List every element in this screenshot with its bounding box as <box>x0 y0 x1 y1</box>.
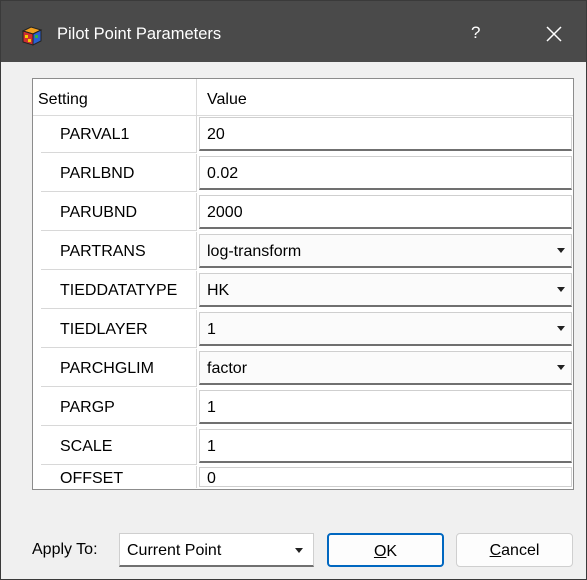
grid-row-parval1: PARVAL1 20 <box>33 115 573 154</box>
grid-row-tieddatatype: TIEDDATATYPE HK <box>33 271 573 310</box>
chevron-down-icon[interactable] <box>557 365 565 370</box>
setting-cell: TIEDLAYER <box>41 310 197 348</box>
cancel-label-rest: ancel <box>501 542 540 559</box>
close-icon[interactable] <box>539 19 569 49</box>
ok-label-rest: K <box>386 543 398 560</box>
setting-label: PARVAL1 <box>60 126 130 143</box>
chevron-down-icon[interactable] <box>295 548 303 553</box>
dialog-title: Pilot Point Parameters <box>57 25 222 43</box>
cancel-mnemonic: C <box>489 542 502 559</box>
grid-row-parlbnd: PARLBND 0.02 <box>33 154 573 193</box>
dialog-window: Pilot Point Parameters ? Setting Value P… <box>0 0 587 580</box>
setting-cell: SCALE <box>41 427 197 465</box>
value-text: 0.02 <box>207 165 239 182</box>
chevron-down-icon[interactable] <box>557 287 565 292</box>
grid-header: Setting Value <box>33 79 573 116</box>
setting-cell: PARCHGLIM <box>41 349 197 387</box>
apply-to-value: Current Point <box>127 542 222 559</box>
value-dropdown[interactable]: factor <box>199 351 572 385</box>
chevron-down-icon[interactable] <box>557 326 565 331</box>
setting-cell: PARGP <box>41 388 197 426</box>
setting-label: TIEDLAYER <box>60 321 148 338</box>
value-text: HK <box>207 282 230 299</box>
value-input[interactable]: 0 <box>199 467 572 487</box>
setting-label: OFFSET <box>60 470 124 487</box>
help-button[interactable]: ? <box>471 23 480 43</box>
setting-cell: OFFSET <box>41 466 197 488</box>
chevron-down-icon[interactable] <box>557 248 565 253</box>
setting-label: PARUBND <box>60 204 138 221</box>
grid-row-partrans: PARTRANS log-transform <box>33 232 573 271</box>
setting-label: SCALE <box>60 438 113 455</box>
setting-cell: PARTRANS <box>41 232 197 270</box>
value-input[interactable]: 2000 <box>199 195 572 229</box>
setting-label: PARLBND <box>60 165 135 182</box>
value-input[interactable]: 1 <box>199 390 572 424</box>
value-input[interactable]: 1 <box>199 429 572 463</box>
ok-button[interactable]: OK <box>327 533 444 567</box>
cancel-button[interactable]: Cancel <box>456 533 573 567</box>
setting-cell: PARLBND <box>41 154 197 192</box>
grid-row-pargp: PARGP 1 <box>33 388 573 427</box>
setting-cell: PARVAL1 <box>41 115 197 153</box>
setting-cell: PARUBND <box>41 193 197 231</box>
column-divider[interactable] <box>196 79 197 115</box>
ok-button-label: OK <box>329 543 442 561</box>
grid-row-parubnd: PARUBND 2000 <box>33 193 573 232</box>
grid-row-offset: OFFSET 0 <box>33 466 573 488</box>
value-input[interactable]: 20 <box>199 117 572 151</box>
value-input[interactable]: 0.02 <box>199 156 572 190</box>
setting-cell: TIEDDATATYPE <box>41 271 197 309</box>
cancel-button-label: Cancel <box>457 542 572 560</box>
title-bar[interactable]: Pilot Point Parameters ? <box>1 1 586 62</box>
parameters-grid: Setting Value PARVAL1 20 PARLBND 0.02 PA… <box>32 78 574 490</box>
value-text: 0 <box>207 470 216 487</box>
grid-row-parchglim: PARCHGLIM factor <box>33 349 573 388</box>
apply-to-dropdown[interactable]: Current Point <box>119 533 314 567</box>
app-icon <box>21 26 43 46</box>
value-dropdown[interactable]: 1 <box>199 312 572 346</box>
setting-label: TIEDDATATYPE <box>60 282 178 299</box>
value-text: 1 <box>207 321 216 338</box>
value-dropdown[interactable]: HK <box>199 273 572 307</box>
ok-mnemonic: O <box>373 543 387 560</box>
setting-label: PARCHGLIM <box>60 360 154 377</box>
setting-label: PARGP <box>60 399 115 416</box>
apply-to-label: Apply To: <box>32 541 98 558</box>
value-text: factor <box>207 360 248 377</box>
column-header-value[interactable]: Value <box>207 91 247 109</box>
value-text: 2000 <box>207 204 243 221</box>
value-text: 20 <box>207 126 225 143</box>
value-dropdown[interactable]: log-transform <box>199 234 572 268</box>
grid-row-scale: SCALE 1 <box>33 427 573 466</box>
column-header-setting[interactable]: Setting <box>38 91 88 109</box>
value-text: 1 <box>207 399 216 416</box>
value-text: log-transform <box>207 243 302 260</box>
grid-row-tiedlayer: TIEDLAYER 1 <box>33 310 573 349</box>
value-text: 1 <box>207 438 216 455</box>
setting-label: PARTRANS <box>60 243 146 260</box>
